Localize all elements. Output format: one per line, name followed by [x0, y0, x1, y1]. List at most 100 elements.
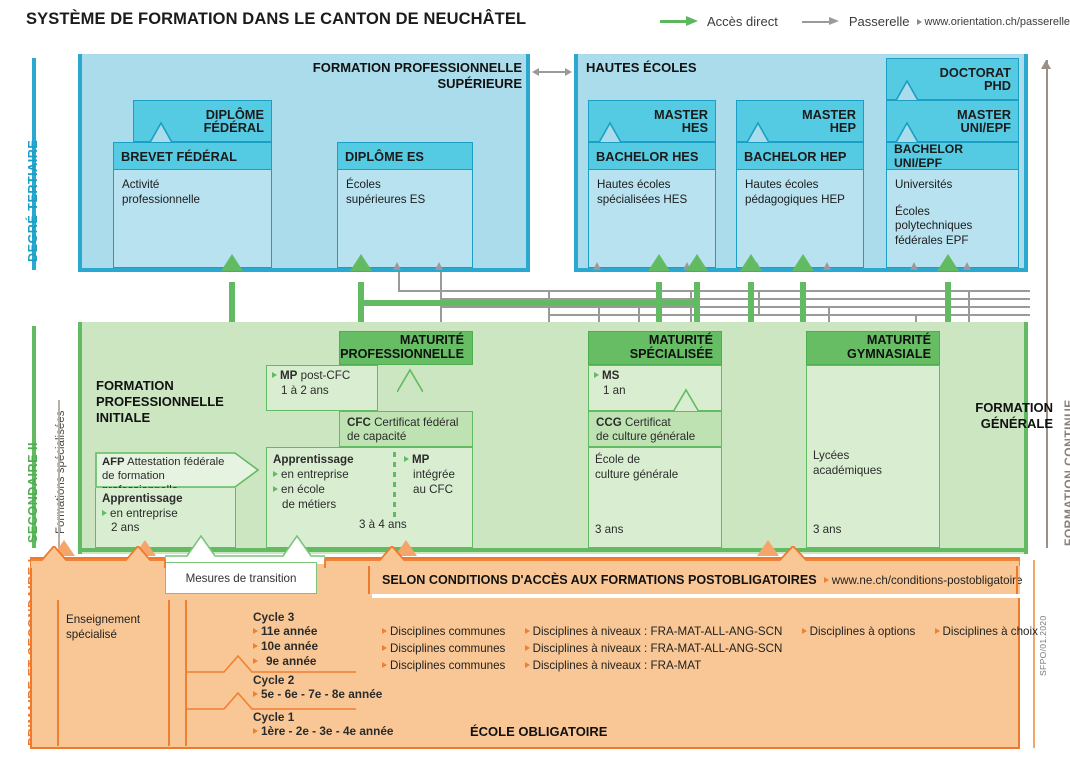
card-bachelor-uni-header[interactable]: BACHELOR UNI/EPF — [886, 142, 1019, 170]
fpi-line2: PROFESSIONNELLE — [96, 394, 224, 409]
es-body-line2: supérieures ES — [346, 192, 426, 206]
legend-bridge-url[interactable]: www.orientation.ch/passerelle — [925, 16, 1070, 28]
mp-head-l2: PROFESSIONNELLE — [340, 347, 464, 361]
access-stem-hep1 — [800, 282, 806, 326]
hep-body-line2: pédagogiques HEP — [745, 192, 845, 206]
es-spec-l1: Enseignement — [66, 613, 141, 626]
card-bachelor-hep-header[interactable]: BACHELOR HEP — [736, 142, 864, 170]
access-run-hes2 — [600, 300, 700, 306]
side-label-secondary2: SECONDAIRE II — [26, 442, 40, 543]
tertiary-pro-title-line1: FORMATION PROFESSIONNELLE — [312, 60, 522, 75]
master-uni-line1: MASTER — [956, 106, 1011, 122]
sec2-edge-l — [78, 322, 82, 554]
afp-app-title: Apprentissage — [102, 492, 183, 505]
diplome-federal-line2: FÉDÉRAL — [203, 120, 264, 135]
legend: Accès direct Passerelle www.orientation.… — [660, 14, 1070, 29]
fpi-line3: INITIALE — [96, 410, 151, 425]
orange-right-rail — [1033, 560, 1035, 748]
conditions-banner: SELON CONDITIONS D'ACCÈS AUX FORMATIONS … — [372, 566, 1023, 594]
passerelle-arrowhead-2 — [435, 262, 443, 270]
afp-banner[interactable]: AFP Attestation fédérale de formation pr… — [95, 452, 260, 496]
mp-int-bold: MP — [412, 453, 430, 466]
passerelle-drop-x1b — [690, 290, 692, 300]
mp-app-l3: de métiers — [282, 498, 337, 511]
cfc-bold: CFC — [347, 416, 371, 429]
uni-body-line1: Universités — [895, 178, 953, 191]
ms-header[interactable]: MATURITÉ SPÉCIALISÉE — [588, 331, 722, 365]
ecg-l2: culture générale — [595, 468, 679, 481]
fpi-title: FORMATION PROFESSIONNELLE INITIALE — [96, 378, 246, 426]
ms-bold: MS — [602, 369, 620, 382]
disc-1-0: Disciplines communes — [390, 625, 506, 638]
mp-header[interactable]: MATURITÉ PROFESSIONNELLE — [339, 331, 473, 365]
master-hep-line1: MASTER — [801, 106, 856, 122]
passerelle-arrowhead-5 — [823, 262, 831, 270]
passerelle-run-1 — [398, 290, 1030, 292]
ecg-body: École de culture générale 3 ans — [588, 447, 722, 548]
group-link-double-arrow-icon — [532, 68, 572, 76]
ecole-obligatoire-label: ÉCOLE OBLIGATOIRE — [470, 724, 608, 739]
disc-1-2: Disciplines à options — [809, 625, 916, 638]
mp-dashed-divider — [393, 452, 396, 520]
passerelle-arrowhead-6 — [910, 262, 918, 270]
conditions-right-edge — [1016, 566, 1019, 594]
card-diplome-es-header[interactable]: DIPLÔME ES — [337, 142, 473, 170]
disc-2-1: Disciplines à niveaux : FRA-MAT-ALL-ANG-… — [532, 642, 783, 655]
tertiary-edge-l2 — [574, 54, 578, 272]
mp-head-l1: MATURITÉ — [399, 333, 464, 348]
ccg-bold: CCG — [596, 416, 622, 429]
conditions-separator — [372, 594, 1020, 598]
mp-post-cfc-box: MP post-CFC 1 à 2 ans — [266, 365, 378, 411]
disc-3-0: Disciplines communes — [390, 659, 506, 672]
access-arrow-brevet — [221, 254, 243, 271]
lycees-l2: académiques — [813, 464, 882, 477]
ecg-l1: École de — [595, 453, 641, 466]
conditions-left-edge — [368, 566, 371, 594]
legend-direct-label: Accès direct — [707, 14, 778, 29]
access-arrow-hep2 — [740, 254, 762, 271]
mp-int-l2: au CFC — [413, 483, 453, 496]
disc-1-3: Disciplines à choix — [942, 625, 1038, 638]
passerelle-drop-x7 — [758, 290, 760, 316]
doctorat-line2: PHD — [983, 78, 1011, 93]
cycle1-years: 1ère - 2e - 3e - 4e année — [261, 724, 394, 738]
disciplines-row-2: Disciplines communes Disciplines à nivea… — [382, 641, 782, 656]
passerelle-run-3 — [440, 306, 1030, 308]
tertiary-edge-l1 — [78, 54, 82, 272]
access-arrow-uni — [937, 254, 959, 271]
cfc-l1: Certificat fédéral — [374, 416, 459, 429]
master-hes-line2: HES — [681, 120, 708, 135]
notch-ms-icon — [672, 388, 700, 413]
mp-integree-box: MP intégrée au CFC — [404, 452, 470, 497]
mp-post-rest: post-CFC — [300, 369, 351, 382]
side-label-continuing: FORMATION CONTINUE — [1062, 399, 1070, 546]
tertiary-gap — [530, 54, 574, 272]
conditions-url[interactable]: www.ne.ch/conditions-postobligatoire — [832, 574, 1023, 587]
sec2-edge-r — [1024, 322, 1028, 554]
tertiary-pro-title: FORMATION PROFESSIONNELLE SUPÉRIEURE — [300, 60, 522, 92]
passerelle-arrowhead-8 — [593, 262, 601, 270]
fpi-line1: FORMATION — [96, 378, 174, 393]
cycle-sep-2-1-icon — [186, 691, 356, 710]
notch-mp-icon — [396, 368, 424, 393]
cycle1-title: Cycle 1 — [253, 710, 295, 724]
passerelle-run-4 — [548, 314, 1030, 316]
cycle3-year-1: 10e année — [261, 639, 319, 654]
gym-head-l2: GYMNASIALE — [847, 347, 931, 361]
cycle2-title: Cycle 2 — [253, 673, 295, 687]
mp-post-bold: MP — [280, 369, 298, 382]
tertiary-edge-r1 — [526, 54, 530, 272]
gym-header[interactable]: MATURITÉ GYMNASIALE — [806, 331, 940, 365]
cfc-l2: de capacité — [347, 430, 407, 444]
master-hes-line1: MASTER — [653, 106, 708, 122]
card-bachelor-hes-header[interactable]: BACHELOR HES — [588, 142, 716, 170]
card-brevet-federal-header[interactable]: BREVET FÉDÉRAL — [113, 142, 272, 170]
ccg-box: CCG Certificat de culture générale — [588, 411, 722, 447]
ms-head-l2: SPÉCIALISÉE — [629, 347, 713, 361]
mp-app-dur: 3 à 4 ans — [359, 518, 407, 531]
side-label-specialised: Formations spécialisées — [55, 410, 67, 534]
ms-head-l1: MATURITÉ — [648, 333, 713, 348]
cycle1-block: Cycle 1 1ère - 2e - 3e - 4e année — [253, 710, 433, 738]
continuing-arrow-icon — [1041, 60, 1051, 69]
legend-bridge-label: Passerelle — [848, 14, 910, 29]
